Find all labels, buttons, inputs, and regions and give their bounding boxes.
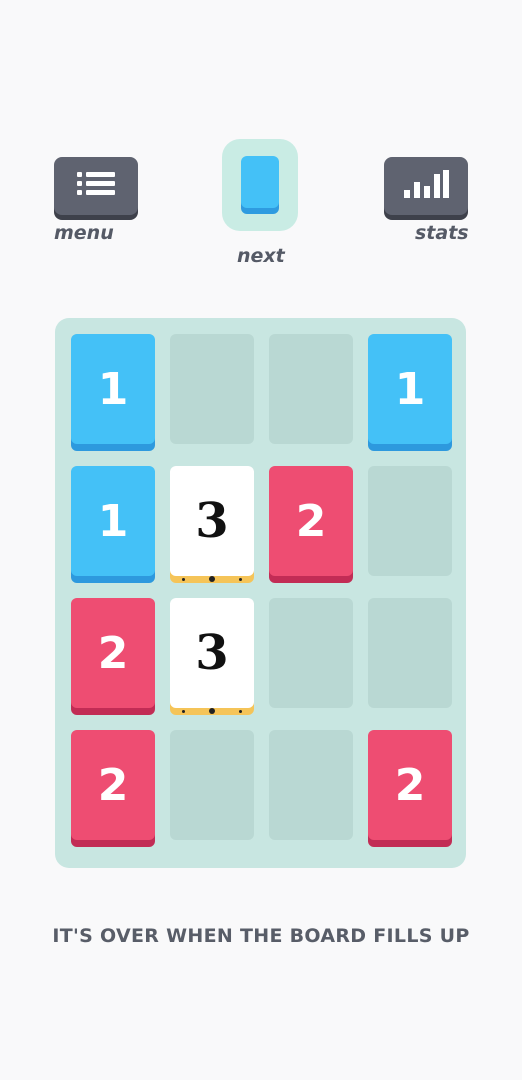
tile-red[interactable]: 2 — [71, 598, 155, 708]
stats-label: stats — [415, 222, 469, 244]
board-cell — [368, 598, 452, 708]
tile-value: 2 — [394, 759, 426, 811]
board-cell — [368, 466, 452, 576]
tile-red[interactable]: 2 — [71, 730, 155, 840]
dot — [209, 576, 215, 582]
dot — [182, 709, 185, 713]
tile-blue[interactable]: 1 — [368, 334, 452, 444]
dot — [239, 709, 242, 713]
stats-button[interactable] — [384, 157, 468, 215]
tagline: IT'S OVER WHEN THE BOARD FILLS UP — [52, 925, 470, 947]
dot — [182, 577, 185, 581]
next-label: next — [237, 245, 285, 267]
tile-value: 1 — [394, 363, 426, 415]
next-card-preview — [222, 139, 298, 231]
menu-label: menu — [54, 222, 114, 244]
board-cell — [269, 598, 353, 708]
bar-chart-icon — [401, 168, 451, 204]
tile-white[interactable]: 3 — [170, 466, 254, 582]
list-icon — [75, 169, 117, 203]
tile-white[interactable]: 3 — [170, 598, 254, 714]
board-cell — [269, 334, 353, 444]
tile-value: 3 — [195, 493, 229, 549]
game-board: 1 1 1 3 2 2 3 2 2 — [55, 318, 466, 868]
tile-value: 1 — [97, 495, 129, 547]
tile-dots — [170, 708, 254, 714]
menu-button[interactable] — [54, 157, 138, 215]
tile-red[interactable]: 2 — [269, 466, 353, 576]
dot — [239, 577, 242, 581]
tile-value: 2 — [97, 627, 129, 679]
tile-value: 2 — [97, 759, 129, 811]
tile-blue[interactable]: 1 — [71, 466, 155, 576]
board-cell — [170, 730, 254, 840]
tile-value: 2 — [295, 495, 327, 547]
tile-blue[interactable]: 1 — [71, 334, 155, 444]
board-cell — [269, 730, 353, 840]
next-card — [241, 156, 279, 208]
tile-value: 3 — [195, 625, 229, 681]
tile-dots — [170, 576, 254, 582]
tile-red[interactable]: 2 — [368, 730, 452, 840]
board-cell — [170, 334, 254, 444]
tile-value: 1 — [97, 363, 129, 415]
dot — [209, 708, 215, 714]
